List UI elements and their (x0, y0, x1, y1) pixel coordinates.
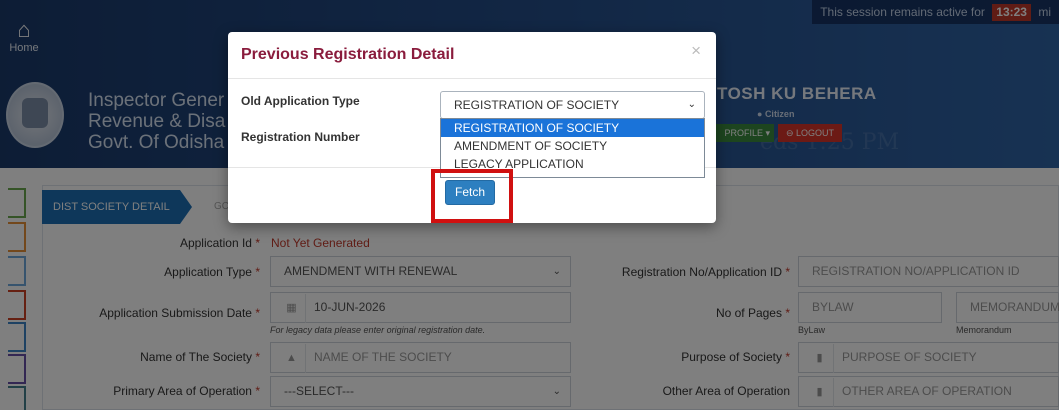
close-icon[interactable]: × (691, 41, 701, 61)
option-registration-of-society[interactable]: REGISTRATION OF SOCIETY (441, 119, 704, 137)
modal-title: Previous Registration Detail (241, 46, 455, 63)
fetch-highlight-box (431, 169, 513, 223)
old-app-type-select[interactable]: REGISTRATION OF SOCIETY ⌄ (440, 91, 705, 119)
option-amendment-of-society[interactable]: AMENDMENT OF SOCIETY (441, 137, 704, 155)
modal-header-divider (228, 78, 716, 79)
chevron-down-icon: ⌄ (687, 99, 696, 110)
old-app-type-value: REGISTRATION OF SOCIETY (454, 98, 620, 112)
registration-number-label: Registration Number (241, 130, 360, 144)
old-app-type-label: Old Application Type (241, 94, 360, 108)
